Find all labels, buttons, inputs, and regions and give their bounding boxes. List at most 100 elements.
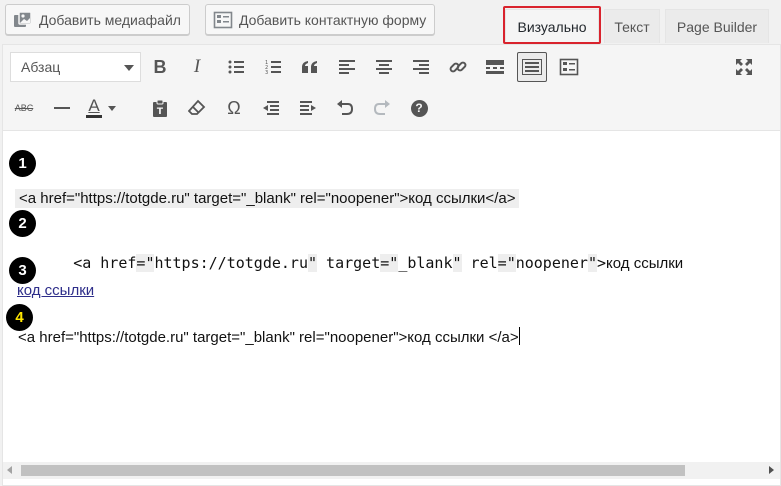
scrollbar-thumb[interactable] [21, 465, 685, 476]
tab-page-builder-label: Page Builder [676, 18, 758, 35]
tab-text[interactable]: Текст [604, 9, 660, 43]
text-color-button[interactable]: A [83, 93, 119, 123]
toolbar-toggle-icon [522, 59, 542, 75]
content-line-3: код ссылки [17, 282, 94, 299]
editor-content[interactable]: 1 <a href="https://totgde.ru" target="_b… [3, 132, 780, 462]
text-color-swatch [86, 115, 102, 118]
content-line-1: <a href="https://totgde.ru" target="_bla… [15, 189, 520, 208]
code-token: < [73, 254, 83, 272]
toolbar-toggle-button[interactable] [517, 52, 547, 82]
read-more-icon [486, 60, 504, 74]
insert-form-button[interactable] [554, 52, 584, 82]
special-characters-button[interactable]: Ω [219, 93, 249, 123]
code-token: a href [82, 254, 137, 272]
link-icon [449, 58, 467, 76]
tab-visual-label: Визуально [517, 18, 587, 35]
align-left-icon [339, 60, 355, 74]
align-left-button[interactable] [332, 52, 362, 82]
code-token: = [497, 254, 507, 272]
special-characters-icon: Ω [227, 97, 241, 118]
align-right-icon [413, 60, 429, 74]
help-button[interactable]: ? [404, 93, 434, 123]
horizontal-scrollbar[interactable] [3, 462, 780, 479]
align-center-button[interactable] [369, 52, 399, 82]
marker-1: 1 [9, 150, 36, 177]
align-center-icon [376, 60, 392, 74]
tab-visual[interactable]: Визуально [505, 9, 599, 43]
fullscreen-button[interactable] [729, 52, 759, 82]
indent-button[interactable] [293, 93, 323, 123]
redo-button[interactable] [367, 93, 397, 123]
insert-link-button[interactable] [443, 52, 473, 82]
add-media-label: Добавить медиафайл [39, 11, 181, 28]
help-glyph: ? [415, 101, 423, 115]
undo-icon [336, 100, 354, 116]
svg-text:T: T [157, 107, 164, 117]
redo-icon [373, 100, 391, 116]
undo-button[interactable] [330, 93, 360, 123]
marker-2: 2 [9, 210, 36, 237]
italic-button[interactable]: I [182, 52, 212, 82]
code-token: код ссылки [606, 255, 684, 272]
editor-top-bar: Добавить медиафайл Добавить контактную ф… [0, 0, 781, 46]
code-token: https://totgde.ru [154, 254, 308, 272]
content-line-4: <a href="https://totgde.ru" target="_bla… [18, 327, 520, 346]
contact-form-icon [212, 10, 234, 30]
content-link[interactable]: код ссылки [17, 282, 94, 299]
code-token: " [587, 254, 597, 272]
scroll-right-icon[interactable] [769, 466, 774, 474]
svg-text:3: 3 [265, 70, 268, 75]
numbered-list-button[interactable]: 123 [258, 52, 288, 82]
content-line-2: <a href="https://totgde.ru" target="_bla… [19, 236, 683, 290]
tab-page-builder[interactable]: Page Builder [665, 9, 769, 43]
read-more-button[interactable] [480, 52, 510, 82]
code-token: " [308, 254, 318, 272]
outdent-icon [263, 101, 279, 115]
code-token: rel [461, 254, 498, 272]
paste-text-icon: T [152, 99, 168, 117]
code-token: = [380, 254, 390, 272]
italic-icon: I [193, 56, 201, 77]
paste-as-text-button[interactable]: T [145, 93, 175, 123]
toolbar-row-1: Абзац B I 123 [3, 45, 780, 82]
code-token: _blank [398, 254, 453, 272]
tab-text-label: Текст [614, 18, 650, 35]
format-select-value: Абзац [21, 59, 61, 75]
scroll-left-icon[interactable] [7, 466, 12, 474]
bulleted-list-button[interactable] [221, 52, 251, 82]
bold-icon: B [153, 56, 167, 77]
chevron-down-icon [108, 105, 116, 111]
clear-formatting-button[interactable] [182, 93, 212, 123]
blockquote-button[interactable] [295, 52, 325, 82]
code-token: " [452, 254, 462, 272]
align-right-button[interactable] [406, 52, 436, 82]
add-media-button[interactable]: Добавить медиафайл [5, 4, 190, 35]
fullscreen-icon [735, 58, 753, 76]
add-media-icon [12, 10, 34, 30]
text-color-glyph: A [88, 96, 100, 115]
text-color-icon: A [86, 96, 102, 118]
horizontal-line-icon [54, 106, 70, 110]
code-token: " [389, 254, 399, 272]
toolbar-row-2: ABC A T Ω ? [3, 90, 780, 126]
help-icon: ? [410, 99, 428, 117]
numbered-list-icon: 123 [265, 59, 281, 75]
editor-toolbar: Абзац B I 123 ABC A T Ω ? [3, 45, 780, 131]
bold-button[interactable]: B [145, 52, 175, 82]
horizontal-line-button[interactable] [47, 93, 77, 123]
form-icon [559, 58, 579, 76]
add-contact-form-label: Добавить контактную форму [239, 11, 427, 28]
chevron-down-icon [124, 65, 134, 71]
outdent-button[interactable] [256, 93, 286, 123]
format-select[interactable]: Абзац [10, 52, 141, 82]
strikethrough-button[interactable]: ABC [9, 93, 39, 123]
indent-icon [300, 101, 316, 115]
content-line-4-text: <a href="https://totgde.ru" target="_bla… [18, 329, 519, 346]
code-token: noopener [515, 254, 588, 272]
code-token: " [506, 254, 516, 272]
clear-formatting-icon [188, 99, 206, 117]
blockquote-icon [301, 61, 319, 73]
add-contact-form-button[interactable]: Добавить контактную форму [205, 4, 436, 35]
marker-3: 3 [9, 257, 36, 284]
bulleted-list-icon [228, 60, 244, 74]
